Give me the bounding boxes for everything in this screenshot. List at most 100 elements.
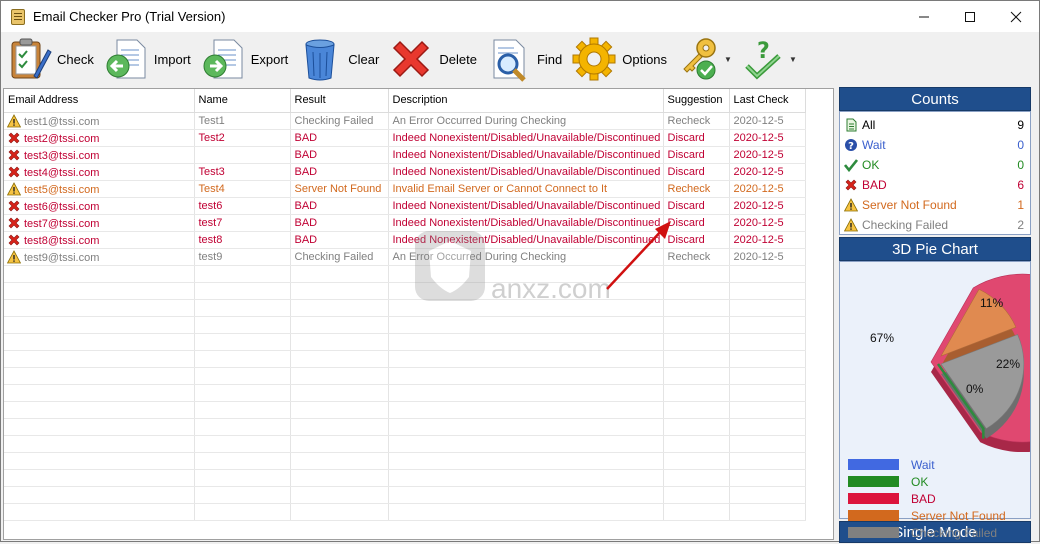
name-cell — [194, 146, 291, 164]
count-row-all[interactable]: All 9 — [844, 115, 1026, 135]
email-cell — [4, 418, 195, 436]
red-x-icon — [7, 233, 21, 247]
last-check-cell: 2020-12-5 — [729, 248, 806, 266]
result-cell-text: BAD — [294, 165, 318, 178]
last-check-cell: 2020-12-5 — [729, 112, 806, 130]
suggestion-cell — [663, 503, 730, 521]
result-cell: BAD — [290, 146, 389, 164]
table-row[interactable]: test6@tssi.com test6 BAD Indeed Nonexistent… — [4, 197, 806, 215]
result-cell-text: Server Not Found — [294, 182, 382, 195]
suggestion-cell: Discard — [663, 197, 730, 215]
description-cell — [388, 350, 664, 368]
maximize-button[interactable] — [947, 1, 993, 32]
last-check-cell-text: 2020-12-5 — [733, 131, 784, 144]
table-row[interactable]: test7@tssi.com test7 BAD Indeed Nonexistent… — [4, 214, 806, 232]
description-cell — [388, 418, 664, 436]
name-cell — [194, 452, 291, 470]
pie-chart-header: 3D Pie Chart — [839, 237, 1031, 261]
column-header-suggestion[interactable]: Suggestion — [663, 89, 730, 113]
export-icon — [199, 35, 247, 83]
legend-item: OK — [848, 473, 1024, 490]
clear-button[interactable]: Clear — [296, 34, 379, 84]
name-cell: Test2 — [194, 129, 291, 147]
suggestion-cell: Discard — [663, 231, 730, 249]
description-cell: An Error Occurred During Checking — [388, 112, 664, 130]
last-check-cell — [729, 350, 806, 368]
description-cell — [388, 367, 664, 385]
suggestion-cell — [663, 282, 730, 300]
result-cell — [290, 401, 389, 419]
license-key-menu[interactable]: ▼ — [675, 34, 732, 84]
description-cell-text: Invalid Email Server or Cannot Connect t… — [392, 182, 608, 195]
check-icon — [843, 158, 859, 173]
suggestion-cell — [663, 384, 730, 402]
count-value: 2 — [1017, 218, 1024, 232]
table-row[interactable]: test2@tssi.com Test2 BAD Indeed Nonexistent… — [4, 129, 806, 147]
email-cell — [4, 367, 195, 385]
options-button[interactable]: Options — [570, 34, 667, 84]
description-cell — [388, 299, 664, 317]
description-cell — [388, 486, 664, 504]
result-cell: Checking Failed — [290, 112, 389, 130]
column-header-result[interactable]: Result — [290, 89, 389, 113]
delete-button[interactable]: Delete — [387, 34, 477, 84]
suggestion-cell — [663, 350, 730, 368]
column-header-last-check[interactable]: Last Check — [729, 89, 806, 113]
last-check-cell: 2020-12-5 — [729, 180, 806, 198]
result-cell — [290, 435, 389, 453]
table-row[interactable]: test1@tssi.com Test1 Checking Failed An Err… — [4, 112, 806, 130]
legend-swatch — [848, 476, 899, 487]
empty-table-row — [4, 265, 806, 283]
find-button[interactable]: Find — [485, 34, 562, 84]
close-button[interactable] — [993, 1, 1039, 32]
empty-table-row — [4, 418, 806, 436]
table-row[interactable]: test9@tssi.com test9 Checking Failed An Err… — [4, 248, 806, 266]
description-cell: Indeed Nonexistent/Disabled/Unavailable/… — [388, 197, 664, 215]
legend-label: BAD — [911, 491, 936, 506]
check-button[interactable]: Check — [5, 34, 94, 84]
empty-table-row — [4, 299, 806, 317]
email-list-grid[interactable]: Email Address Name Result Description Su… — [3, 88, 834, 540]
last-check-cell — [729, 469, 806, 487]
table-row[interactable]: test4@tssi.com Test3 BAD Indeed Nonexistent… — [4, 163, 806, 181]
table-header-row: Email Address Name Result Description Su… — [4, 89, 806, 113]
description-cell: Indeed Nonexistent/Disabled/Unavailable/… — [388, 163, 664, 181]
count-row-checking-failed[interactable]: Checking Failed 2 — [843, 215, 1026, 235]
column-header-email[interactable]: Email Address — [4, 89, 195, 113]
last-check-cell-text: 2020-12-5 — [733, 165, 784, 178]
minimize-icon — [919, 16, 929, 17]
name-cell — [194, 350, 291, 368]
export-button[interactable]: Export — [199, 34, 288, 84]
help-check-icon: ? — [740, 35, 788, 83]
count-row-wait[interactable]: ? Wait 0 — [844, 135, 1026, 155]
suggestion-cell-text: Recheck — [667, 250, 711, 263]
result-cell — [290, 452, 389, 470]
legend-label: OK — [911, 474, 929, 489]
table-row[interactable]: test3@tssi.com BAD Indeed Nonexistent/Disa… — [4, 146, 806, 164]
table-row[interactable]: test5@tssi.com Test4 Server Not Found Inval… — [4, 180, 806, 198]
count-row-bad[interactable]: BAD 6 — [844, 175, 1026, 195]
email-cell — [4, 265, 195, 283]
result-cell-text: BAD — [294, 233, 318, 246]
last-check-cell: 2020-12-5 — [729, 146, 806, 164]
count-row-server-not-found[interactable]: Server Not Found 1 — [843, 195, 1026, 215]
import-button[interactable]: Import — [102, 34, 191, 84]
name-cell — [194, 282, 291, 300]
suggestion-cell: Discard — [663, 163, 730, 181]
count-label: Server Not Found — [862, 198, 957, 212]
column-header-description[interactable]: Description — [388, 89, 664, 113]
last-check-cell-text: 2020-12-5 — [733, 250, 784, 263]
suggestion-cell — [663, 299, 730, 317]
clear-label: Clear — [348, 51, 380, 67]
table-row[interactable]: test8@tssi.com test8 BAD Indeed Nonexistent… — [4, 231, 806, 249]
red-x-icon — [7, 131, 21, 145]
description-cell: Indeed Nonexistent/Disabled/Unavailable/… — [388, 146, 664, 164]
clipboard-check-icon — [5, 35, 53, 83]
last-check-cell — [729, 401, 806, 419]
column-header-name[interactable]: Name — [194, 89, 291, 113]
count-row-ok[interactable]: OK 0 — [843, 155, 1026, 175]
help-menu[interactable]: ? ▼ — [740, 34, 797, 84]
suggestion-cell — [663, 418, 730, 436]
suggestion-cell — [663, 316, 730, 334]
minimize-button[interactable] — [901, 1, 947, 32]
